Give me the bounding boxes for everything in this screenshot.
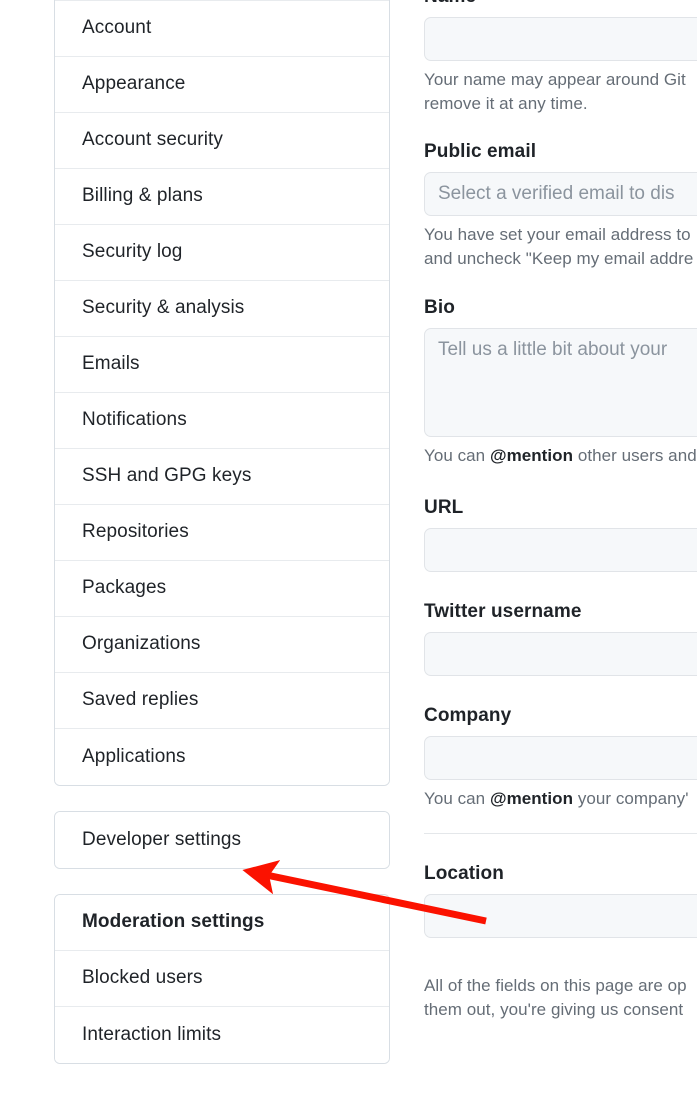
sidebar-item-repositories[interactable]: Repositories (55, 505, 389, 561)
settings-page: Profile Account Appearance Account secur… (0, 0, 697, 1103)
public-profile-form: Name Your name may appear around Git rem… (424, 0, 697, 1022)
sidebar-item-packages[interactable]: Packages (55, 561, 389, 617)
bio-note-suffix: other users and (573, 446, 697, 465)
sidebar-section-moderation-settings: Moderation settings (55, 895, 389, 951)
public-email-note: You have set your email address to and u… (424, 223, 697, 271)
bio-note-mention: @mention (490, 446, 573, 465)
sidebar-item-label: Notifications (82, 409, 187, 432)
form-footer-note-line2: them out, you're giving us consent (424, 1000, 683, 1019)
field-url: URL (424, 497, 697, 572)
sidebar-item-appearance[interactable]: Appearance (55, 57, 389, 113)
sidebar-item-label: Developer settings (82, 829, 241, 852)
company-note-mention: @mention (490, 789, 573, 808)
field-twitter-username: Twitter username (424, 601, 697, 676)
developer-settings-group: Developer settings (54, 811, 390, 869)
public-email-label: Public email (424, 141, 697, 163)
sidebar-item-label: Appearance (82, 73, 185, 96)
sidebar-item-emails[interactable]: Emails (55, 337, 389, 393)
sidebar-item-label: Packages (82, 577, 166, 600)
sidebar-item-interaction-limits[interactable]: Interaction limits (55, 1007, 389, 1063)
field-name: Name Your name may appear around Git rem… (424, 0, 697, 116)
company-note: You can @mention your company' (424, 787, 697, 811)
url-label: URL (424, 497, 697, 519)
url-input[interactable] (424, 528, 697, 572)
form-footer-note-line1: All of the fields on this page are op (424, 976, 687, 995)
form-footer-note: All of the fields on this page are op th… (424, 974, 697, 1022)
sidebar-item-ssh-and-gpg-keys[interactable]: SSH and GPG keys (55, 449, 389, 505)
location-input[interactable] (424, 894, 697, 938)
bio-note-prefix: You can (424, 446, 490, 465)
bio-label: Bio (424, 297, 697, 319)
bio-placeholder: Tell us a little bit about your (438, 339, 667, 360)
sidebar-item-organizations[interactable]: Organizations (55, 617, 389, 673)
public-email-placeholder: Select a verified email to dis (438, 183, 675, 205)
sidebar-item-label: Emails (82, 353, 140, 376)
name-input[interactable] (424, 17, 697, 61)
twitter-username-label: Twitter username (424, 601, 697, 623)
sidebar-item-developer-settings[interactable]: Developer settings (55, 812, 389, 868)
sidebar-item-label: Repositories (82, 521, 189, 544)
name-note-line2: remove it at any time. (424, 94, 588, 113)
company-note-suffix: your company' (573, 789, 688, 808)
company-input[interactable] (424, 736, 697, 780)
field-company: Company You can @mention your company' (424, 705, 697, 811)
sidebar-item-applications[interactable]: Applications (55, 729, 389, 785)
sidebar-item-notifications[interactable]: Notifications (55, 393, 389, 449)
sidebar-item-billing-and-plans[interactable]: Billing & plans (55, 169, 389, 225)
field-bio: Bio Tell us a little bit about your You … (424, 297, 697, 468)
sidebar-item-label: SSH and GPG keys (82, 465, 252, 488)
settings-sidebar: Profile Account Appearance Account secur… (54, 0, 390, 1089)
sidebar-item-label: Organizations (82, 633, 201, 656)
bio-note: You can @mention other users and (424, 444, 697, 468)
name-label: Name (424, 0, 697, 8)
sidebar-item-label: Applications (82, 746, 186, 769)
sidebar-item-security-and-analysis[interactable]: Security & analysis (55, 281, 389, 337)
field-public-email: Public email Select a verified email to … (424, 141, 697, 271)
sidebar-item-label: Interaction limits (82, 1024, 221, 1047)
public-email-select[interactable]: Select a verified email to dis (424, 172, 697, 216)
sidebar-item-label: Account (82, 17, 151, 40)
bio-textarea[interactable]: Tell us a little bit about your (424, 328, 697, 437)
location-label: Location (424, 863, 697, 885)
sidebar-item-account-security[interactable]: Account security (55, 113, 389, 169)
sidebar-item-account[interactable]: Account (55, 1, 389, 57)
sidebar-item-label: Security & analysis (82, 297, 244, 320)
sidebar-item-saved-replies[interactable]: Saved replies (55, 673, 389, 729)
moderation-settings-group: Moderation settings Blocked users Intera… (54, 894, 390, 1064)
sidebar-item-label: Blocked users (82, 967, 203, 990)
company-label: Company (424, 705, 697, 727)
sidebar-section-label: Moderation settings (82, 911, 264, 934)
sidebar-item-blocked-users[interactable]: Blocked users (55, 951, 389, 1007)
sidebar-item-label: Saved replies (82, 689, 198, 712)
company-note-prefix: You can (424, 789, 490, 808)
name-note-line1: Your name may appear around Git (424, 70, 686, 89)
personal-settings-group: Profile Account Appearance Account secur… (54, 0, 390, 786)
public-email-note-line1: You have set your email address to (424, 225, 691, 244)
public-email-note-line2: and uncheck "Keep my email addre (424, 249, 693, 268)
sidebar-item-security-log[interactable]: Security log (55, 225, 389, 281)
twitter-username-input[interactable] (424, 632, 697, 676)
sidebar-item-label: Account security (82, 129, 223, 152)
sidebar-item-label: Billing & plans (82, 185, 203, 208)
field-location: Location (424, 863, 697, 938)
name-note: Your name may appear around Git remove i… (424, 68, 697, 116)
sidebar-item-label: Security log (82, 241, 182, 264)
